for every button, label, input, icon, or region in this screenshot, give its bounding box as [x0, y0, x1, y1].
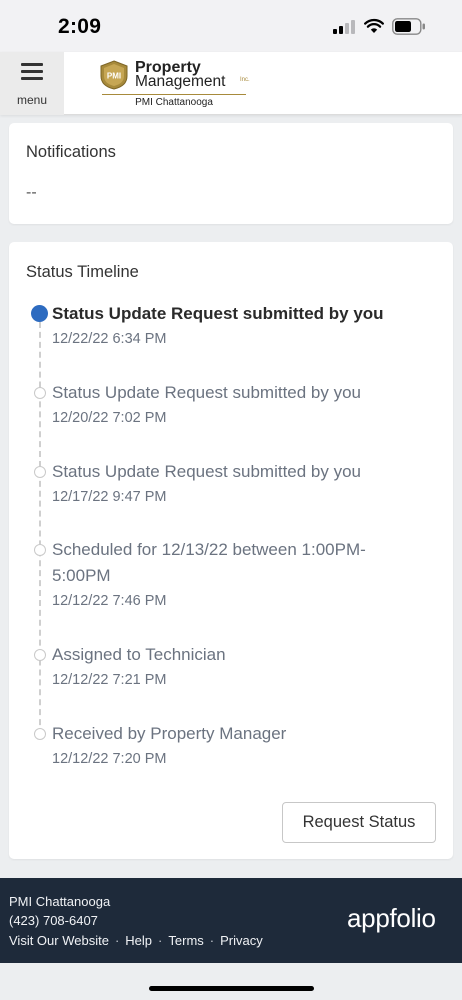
status-dot-icon [34, 649, 46, 661]
link-separator: · [114, 933, 120, 948]
timeline-item-text: Scheduled for 12/13/22 between 1:00PM-5:… [52, 540, 366, 585]
privacy-link[interactable]: Privacy [220, 933, 263, 948]
menu-button[interactable]: menu [0, 52, 64, 115]
visit-website-link[interactable]: Visit Our Website [9, 933, 109, 948]
appfolio-logo[interactable]: appfolio [347, 903, 436, 934]
clock: 2:09 [58, 15, 102, 38]
timeline-item-date: 12/12/22 7:20 PM [52, 751, 167, 767]
terms-link[interactable]: Terms [168, 933, 203, 948]
logo-divider [102, 94, 246, 95]
timeline-item-date: 12/20/22 7:02 PM [52, 410, 167, 426]
status-dot-icon [34, 728, 46, 740]
notifications-title: Notifications [26, 143, 116, 161]
footer-phone-link[interactable]: (423) 708-6407 [9, 913, 98, 928]
system-status-bar: 2:09 [0, 0, 462, 52]
timeline-item-date: 12/12/22 7:46 PM [52, 593, 167, 609]
status-timeline-card: Status Timeline Status Update Request su… [9, 242, 453, 859]
hamburger-icon [21, 63, 43, 80]
current-status-dot-icon [31, 305, 48, 322]
logo-subtitle: PMI Chattanooga [135, 97, 213, 108]
cellular-signal-icon [333, 20, 357, 34]
status-dot-icon [34, 387, 46, 399]
footer: PMI Chattanooga (423) 708-6407 Visit Our… [0, 878, 462, 963]
request-status-button[interactable]: Request Status [282, 802, 436, 843]
timeline-item-date: 12/17/22 9:47 PM [52, 489, 167, 505]
logo-text-line2: Management [135, 73, 226, 90]
pmi-badge-icon: PMI [100, 60, 128, 90]
footer-links: Visit Our Website · Help · Terms · Privacy [9, 933, 263, 948]
timeline-item-text: Assigned to Technician [52, 645, 226, 664]
status-dot-icon [34, 466, 46, 478]
timeline-item-date: 12/12/22 7:21 PM [52, 672, 167, 688]
timeline-title: Status Timeline [26, 263, 139, 281]
notifications-card: Notifications -- [9, 123, 453, 224]
logo-inc: Inc. [240, 77, 250, 83]
app-header: menu PMI Property Management Inc. PMI Ch… [0, 52, 462, 115]
notifications-empty-text: -- [26, 184, 37, 201]
status-dot-icon [34, 544, 46, 556]
help-link[interactable]: Help [125, 933, 152, 948]
timeline-item-date: 12/22/22 6:34 PM [52, 331, 167, 347]
home-indicator[interactable] [149, 986, 314, 991]
timeline-item-text: Status Update Request submitted by you [52, 383, 362, 402]
svg-text:PMI: PMI [107, 72, 121, 81]
footer-company-name: PMI Chattanooga [9, 894, 111, 909]
wifi-icon [364, 18, 384, 33]
timeline-item-text: Status Update Request submitted by you [52, 462, 362, 481]
company-logo[interactable]: PMI Property Management Inc. PMI Chattan… [99, 58, 250, 113]
timeline-item-text: Received by Property Manager [52, 724, 287, 743]
link-separator: · [209, 933, 215, 948]
link-separator: · [158, 933, 163, 948]
timeline-item-text: Status Update Request submitted by you [52, 304, 384, 323]
timeline-connector [39, 322, 41, 735]
battery-icon [392, 18, 425, 35]
menu-label: menu [16, 93, 48, 107]
